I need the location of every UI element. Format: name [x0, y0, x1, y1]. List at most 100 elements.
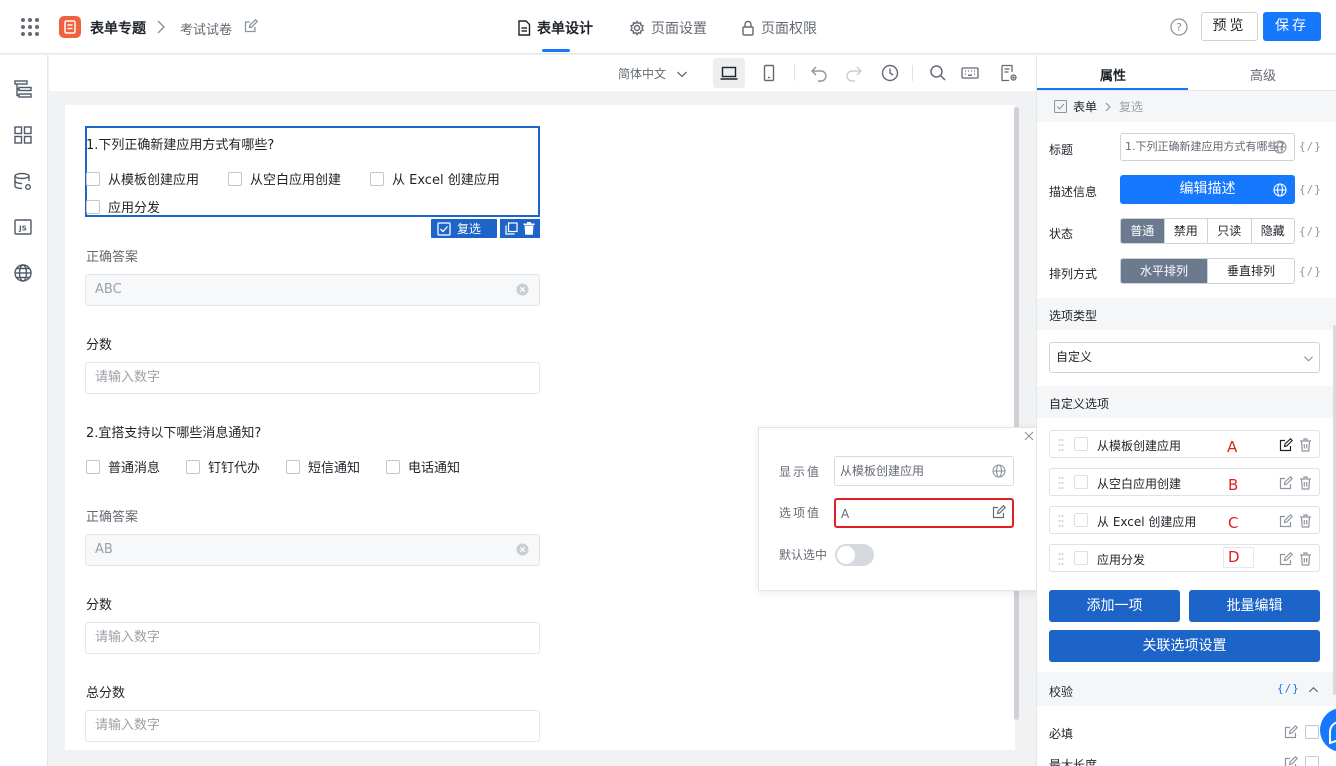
layout-segmented[interactable]: 水平排列 垂直排列	[1120, 258, 1295, 284]
desktop-icon[interactable]	[720, 64, 738, 82]
variable-binding-button[interactable]: {/}	[1277, 682, 1300, 695]
edit-icon[interactable]	[1279, 514, 1293, 528]
form-settings-icon[interactable]	[1000, 64, 1018, 82]
edit-description-button[interactable]: 编辑描述	[1120, 175, 1295, 204]
custom-option-row[interactable]: 应用分发 D	[1049, 544, 1320, 572]
components-grid-icon[interactable]	[13, 125, 33, 145]
variable-binding-button[interactable]: {/}	[1299, 225, 1322, 238]
status-normal[interactable]: 普通	[1121, 219, 1165, 243]
edit-icon[interactable]	[1279, 552, 1293, 566]
max-length-checkbox[interactable]	[1305, 756, 1319, 766]
globe-icon[interactable]	[992, 464, 1006, 478]
title-input[interactable]: 1.下列正确新建应用方式有哪些?	[1120, 133, 1295, 161]
checkbox[interactable]	[86, 459, 100, 474]
apps-grid-icon[interactable]	[20, 17, 40, 37]
required-checkbox[interactable]	[1305, 725, 1319, 739]
assistant-chat-button[interactable]	[1320, 708, 1336, 752]
outline-tree-icon[interactable]	[13, 79, 33, 99]
edit-icon[interactable]	[1284, 756, 1298, 766]
selected-component-tag[interactable]: 复选	[431, 219, 497, 238]
q2-option-1[interactable]: 普通消息	[86, 457, 160, 476]
globe-icon[interactable]	[13, 263, 33, 283]
preview-button[interactable]: 预览	[1201, 12, 1258, 41]
drag-handle-icon[interactable]	[1058, 552, 1064, 566]
status-disabled[interactable]: 禁用	[1165, 219, 1208, 243]
edit-icon[interactable]	[1284, 725, 1298, 739]
custom-option-row[interactable]: 从空白应用创建 B	[1049, 468, 1320, 496]
checkbox[interactable]	[1074, 437, 1088, 451]
trash-icon[interactable]	[1299, 514, 1312, 528]
layout-vertical[interactable]: 垂直排列	[1208, 259, 1294, 283]
tab-properties[interactable]: 属性	[1100, 65, 1126, 84]
layout-horizontal[interactable]: 水平排列	[1121, 259, 1208, 283]
mobile-icon[interactable]	[760, 64, 778, 82]
copy-icon[interactable]	[505, 222, 518, 235]
custom-option-row[interactable]: 从 Excel 创建应用 C	[1049, 506, 1320, 534]
globe-icon[interactable]	[1273, 183, 1287, 197]
status-readonly[interactable]: 只读	[1208, 219, 1252, 243]
trash-icon[interactable]	[1299, 552, 1312, 566]
linkage-settings-button[interactable]: 关联选项设置	[1049, 630, 1320, 662]
globe-icon[interactable]	[1273, 140, 1287, 154]
tab-page-settings[interactable]: 页面设置	[629, 18, 707, 38]
undo-icon[interactable]	[810, 64, 828, 82]
app-name[interactable]: 表单专题	[90, 18, 146, 38]
edit-name-icon[interactable]	[244, 19, 258, 33]
delete-icon[interactable]	[523, 222, 535, 235]
clear-circle-icon[interactable]	[516, 283, 529, 296]
variable-binding-button[interactable]: {/}	[1299, 140, 1322, 153]
q1-option-4[interactable]: 应用分发	[86, 197, 160, 216]
option-type-select[interactable]: 自定义	[1049, 342, 1320, 373]
option-value-input[interactable]: A	[834, 498, 1014, 528]
checkbox[interactable]	[228, 171, 242, 186]
tab-page-permissions[interactable]: 页面权限	[741, 18, 817, 38]
status-hidden[interactable]: 隐藏	[1252, 219, 1295, 243]
close-icon[interactable]	[1024, 431, 1034, 441]
tab-advanced[interactable]: 高级	[1250, 65, 1276, 84]
checkbox[interactable]	[1074, 551, 1088, 565]
q1-option-2[interactable]: 从空白应用创建	[228, 169, 341, 188]
chevron-up-icon[interactable]	[1308, 684, 1319, 695]
checkbox[interactable]	[1074, 513, 1088, 527]
save-button[interactable]: 保存	[1263, 12, 1321, 41]
status-segmented[interactable]: 普通 禁用 只读 隐藏	[1120, 218, 1295, 244]
drag-handle-icon[interactable]	[1058, 514, 1064, 528]
q1-score-input[interactable]: 请输入数字	[85, 362, 540, 394]
checkbox[interactable]	[86, 199, 100, 214]
edit-icon[interactable]	[992, 505, 1006, 519]
trash-icon[interactable]	[1299, 476, 1312, 490]
keyboard-icon[interactable]	[961, 64, 979, 82]
q2-score-input[interactable]: 请输入数字	[85, 622, 540, 654]
q1-option-1[interactable]: 从模板创建应用	[86, 169, 199, 188]
help-icon[interactable]: ?	[1170, 18, 1188, 36]
breadcrumb-root[interactable]: 表单	[1073, 98, 1097, 115]
drag-handle-icon[interactable]	[1058, 438, 1064, 452]
add-item-button[interactable]: 添加一项	[1049, 590, 1180, 622]
checkbox[interactable]	[370, 171, 384, 186]
checkbox[interactable]	[1074, 475, 1088, 489]
batch-edit-button[interactable]: 批量编辑	[1189, 590, 1320, 622]
q2-option-4[interactable]: 电话通知	[386, 457, 460, 476]
variable-binding-button[interactable]: {/}	[1299, 183, 1322, 196]
custom-option-row[interactable]: 从模板创建应用 A	[1049, 430, 1320, 458]
tab-form-design[interactable]: 表单设计	[517, 18, 593, 38]
search-icon[interactable]	[929, 64, 947, 82]
display-value-input[interactable]: 从模板创建应用	[834, 456, 1014, 486]
drag-handle-icon[interactable]	[1058, 476, 1064, 490]
database-settings-icon[interactable]	[13, 172, 33, 192]
variable-binding-button[interactable]: {/}	[1299, 265, 1322, 278]
redo-icon[interactable]	[845, 64, 863, 82]
trash-icon[interactable]	[1299, 438, 1312, 452]
canvas-scrollbar[interactable]	[1014, 107, 1019, 720]
checkbox[interactable]	[286, 459, 300, 474]
checkbox[interactable]	[186, 459, 200, 474]
checkbox[interactable]	[86, 171, 100, 186]
q2-option-3[interactable]: 短信通知	[286, 457, 360, 476]
history-clock-icon[interactable]	[881, 64, 899, 82]
javascript-icon[interactable]: JS	[13, 217, 33, 237]
language-select[interactable]: 简体中文	[618, 65, 688, 82]
checkbox[interactable]	[386, 459, 400, 474]
edit-icon[interactable]	[1279, 476, 1293, 490]
default-selected-toggle[interactable]	[835, 544, 874, 566]
q2-option-2[interactable]: 钉钉代办	[186, 457, 260, 476]
